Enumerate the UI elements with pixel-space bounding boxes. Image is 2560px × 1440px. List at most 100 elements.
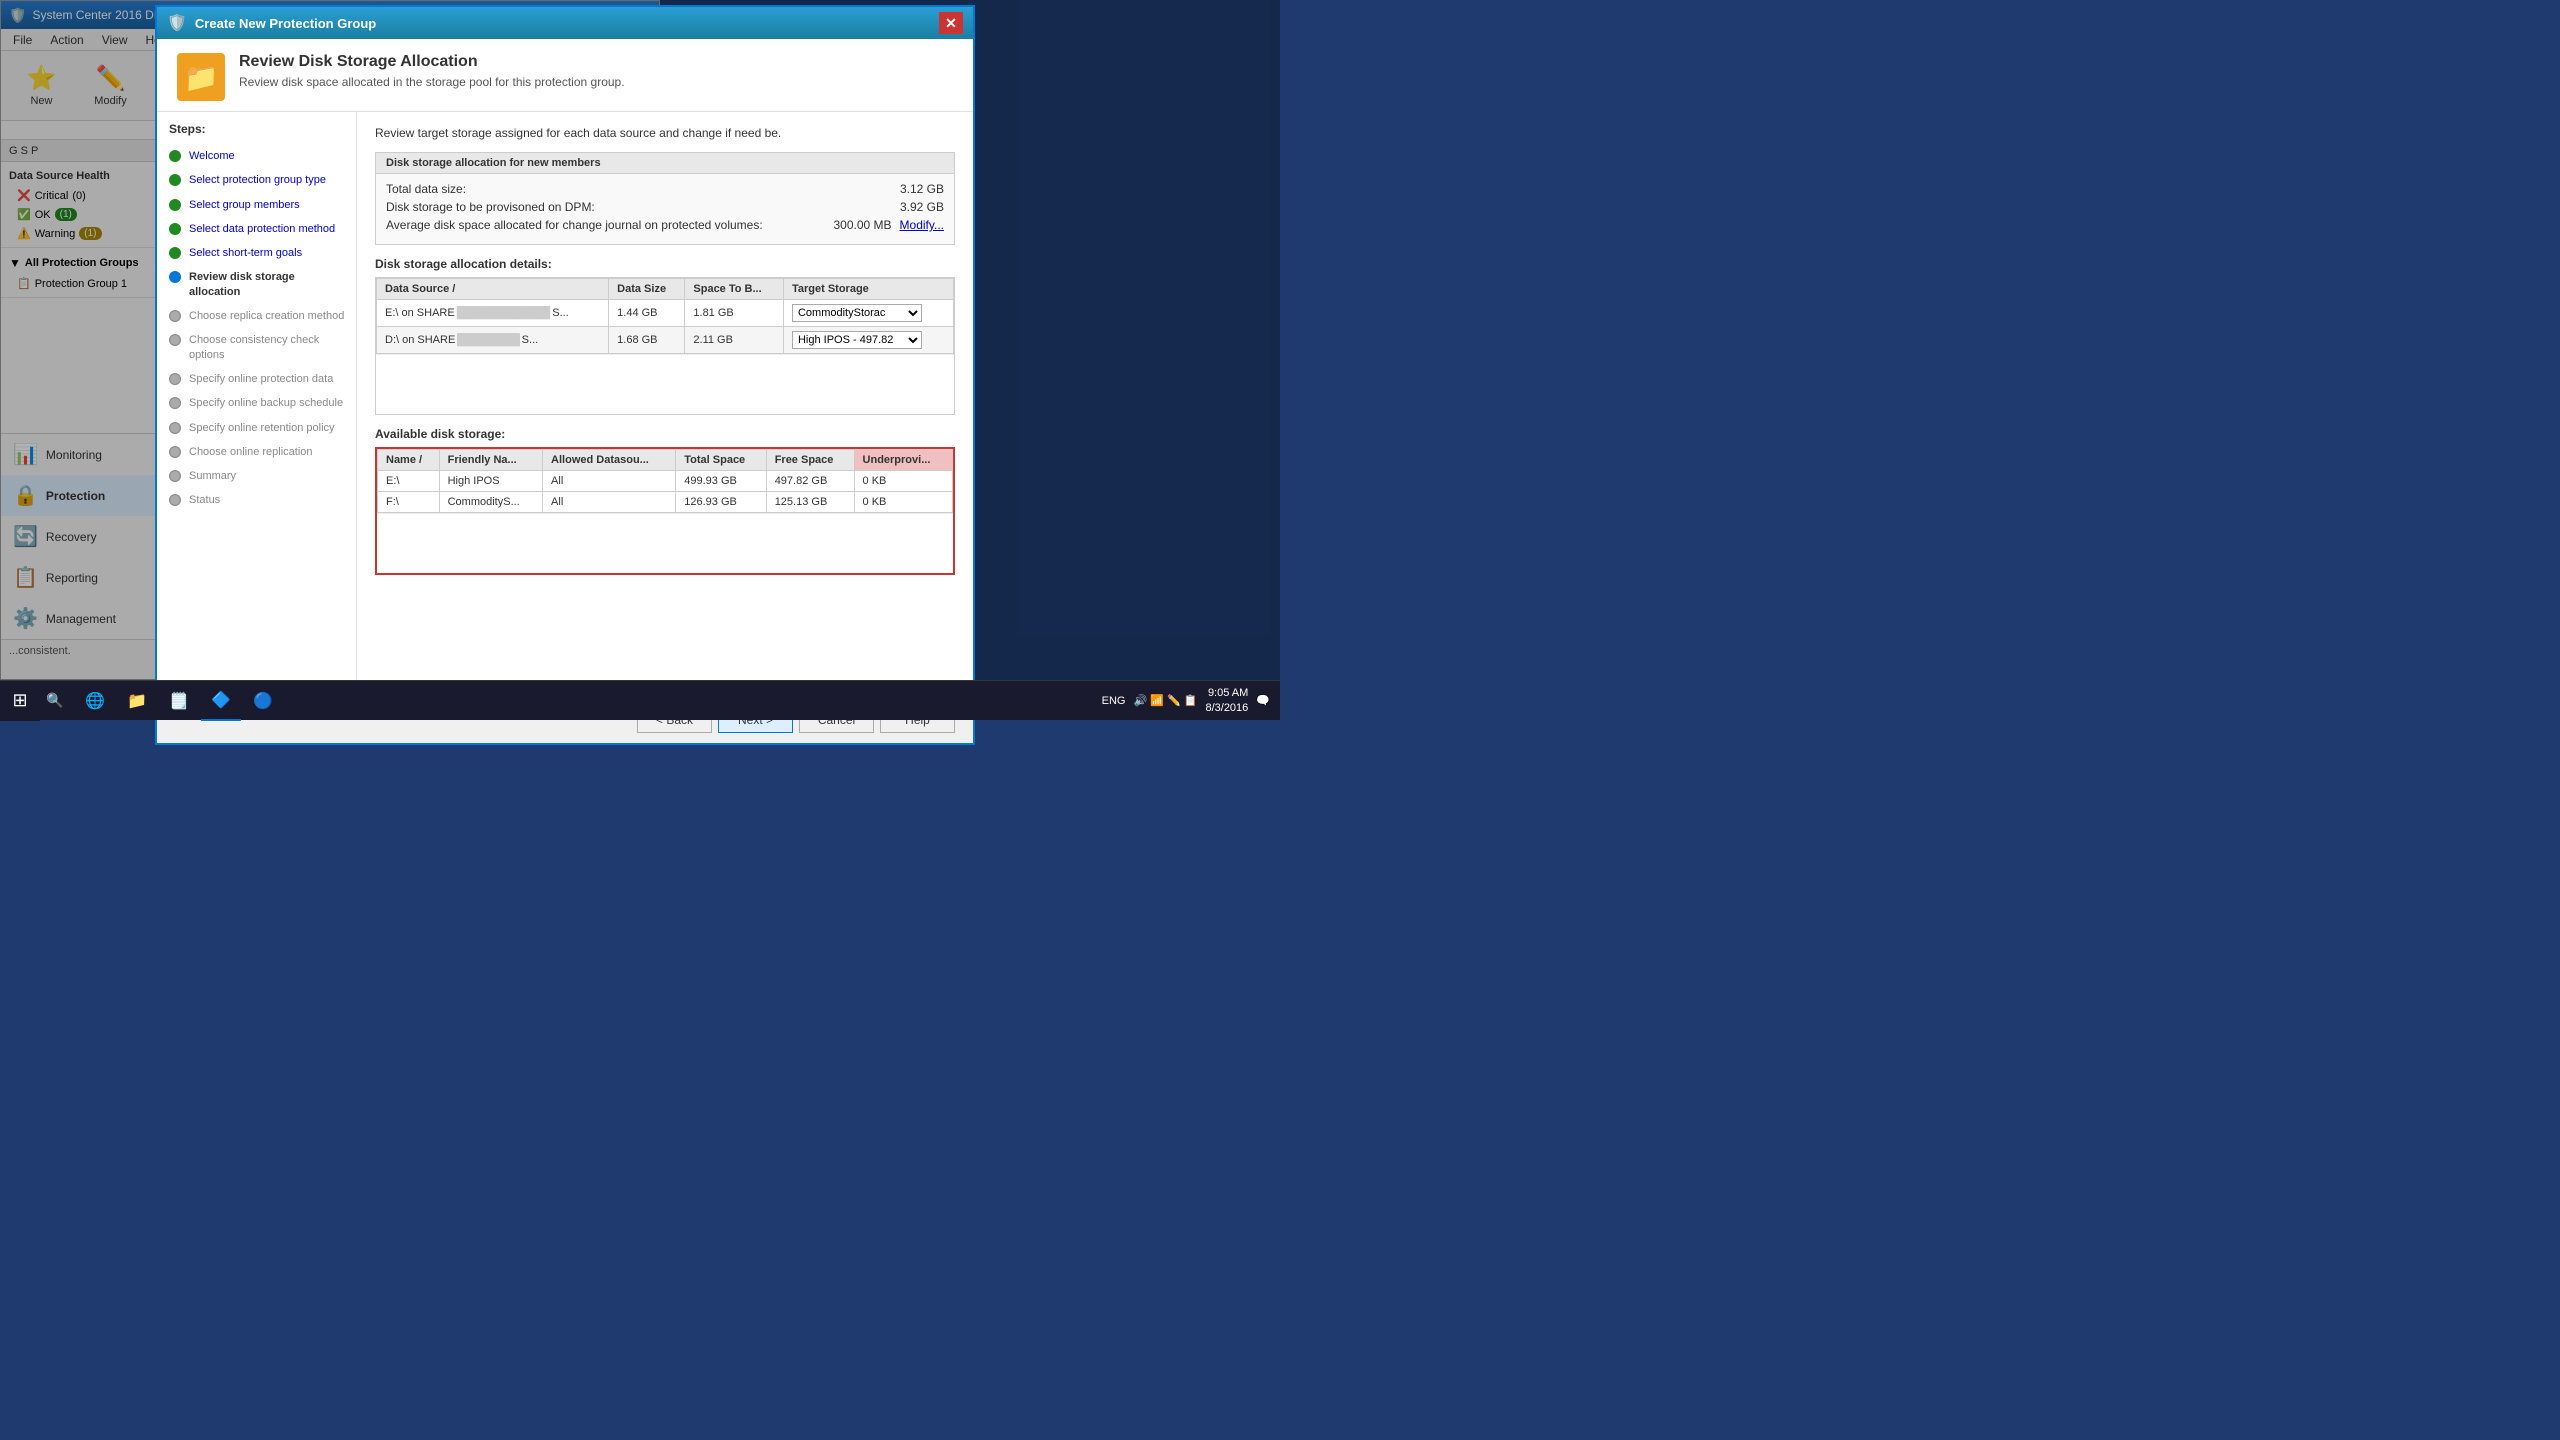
taskbar: ⊞ 🔍 🌐 📁 🗒️ 🔷 🔵 ENG 🔊 📶 ✏️ 📋 9:05 AM 8/3/… <box>0 680 1280 720</box>
total-data-size-label: Total data size: <box>386 182 844 196</box>
step-dot-or <box>169 422 181 434</box>
step-replica-creation[interactable]: Choose replica creation method <box>157 304 356 328</box>
taskbar-search-icon[interactable]: 🔍 <box>40 681 70 721</box>
intro-text: Review target storage assigned for each … <box>375 126 955 140</box>
step-data-protection-method[interactable]: Select data protection method <box>157 217 356 241</box>
step-consistency-check[interactable]: Choose consistency check options <box>157 328 356 367</box>
step-review-disk-storage[interactable]: Review disk storage allocation <box>157 265 356 304</box>
step-online-protection[interactable]: Specify online protection data <box>157 367 356 391</box>
step-dot-pgt <box>169 174 181 186</box>
step-label-dpm: Select data protection method <box>189 222 335 236</box>
step-online-replication[interactable]: Choose online replication <box>157 440 356 464</box>
step-label-ore: Choose online replication <box>189 445 313 459</box>
taskbar-right: ENG 🔊 📶 ✏️ 📋 9:05 AM 8/3/2016 🗨️ <box>1102 686 1280 715</box>
disk-storage-row: Disk storage to be provisoned on DPM: 3.… <box>386 200 944 214</box>
avail-sort-icon: / <box>419 454 422 466</box>
taskbar-icons: 🌐 📁 🗒️ 🔷 🔵 <box>75 681 283 721</box>
table-row: D:\ on SHARE████████S... 1.68 GB 2.11 GB… <box>377 327 954 354</box>
details-table-wrapper: Data Source / Data Size Space To B... Ta… <box>375 277 955 415</box>
avail-row2-free: 125.13 GB <box>766 492 854 513</box>
row1-data-size: 1.44 GB <box>609 300 685 327</box>
taskbar-dpm-icon[interactable]: 🔷 <box>201 681 241 721</box>
modal-page-subtitle: Review disk space allocated in the stora… <box>239 75 625 89</box>
avail-row: F:\ CommodityS... All 126.93 GB 125.13 G… <box>378 492 953 513</box>
disk-storage-label: Disk storage to be provisoned on DPM: <box>386 200 844 214</box>
row1-target-storage[interactable]: CommodityStorac <box>783 300 953 327</box>
avail-row2-allowed: All <box>543 492 676 513</box>
row2-target-storage[interactable]: High IPOS - 497.82 <box>783 327 953 354</box>
step-dot-welcome <box>169 150 181 162</box>
avail-row1-total: 499.93 GB <box>676 471 766 492</box>
step-dot-rds <box>169 271 181 283</box>
details-label: Disk storage allocation details: <box>375 257 955 271</box>
avg-disk-space-value: 300.00 MB <box>792 218 892 232</box>
total-data-size-row: Total data size: 3.12 GB <box>386 182 944 196</box>
taskbar-icons-right: 🔊 📶 ✏️ 📋 <box>1134 694 1198 707</box>
disk-storage-value: 3.92 GB <box>844 200 944 214</box>
step-status[interactable]: Status <box>157 488 356 512</box>
taskbar-ie-icon[interactable]: 🌐 <box>75 681 115 721</box>
step-short-term-goals[interactable]: Select short-term goals <box>157 241 356 265</box>
step-label-rc: Choose replica creation method <box>189 309 344 323</box>
row1-storage-select[interactable]: CommodityStorac <box>792 304 922 322</box>
avail-col-free: Free Space <box>766 450 854 471</box>
modal-header-text: Review Disk Storage Allocation Review di… <box>239 53 625 89</box>
step-label-sum: Summary <box>189 469 236 483</box>
step-dot-cc <box>169 334 181 346</box>
step-protection-group-type[interactable]: Select protection group type <box>157 168 356 192</box>
step-label-rds: Review disk storage allocation <box>189 270 346 299</box>
step-dot-op <box>169 373 181 385</box>
step-label-pgt: Select protection group type <box>189 173 326 187</box>
step-dot-ob <box>169 397 181 409</box>
modal-close-button[interactable]: ✕ <box>939 12 963 34</box>
col-target-storage: Target Storage <box>783 279 953 300</box>
step-label-welcome: Welcome <box>189 149 235 163</box>
avail-col-total: Total Space <box>676 450 766 471</box>
available-table: Name / Friendly Na... Allowed Datasou...… <box>377 449 953 513</box>
avail-row1-allowed: All <box>543 471 676 492</box>
allocation-section-body: Total data size: 3.12 GB Disk storage to… <box>376 174 954 244</box>
avail-row1-under: 0 KB <box>854 471 952 492</box>
avail-row1-free: 497.82 GB <box>766 471 854 492</box>
step-online-retention[interactable]: Specify online retention policy <box>157 416 356 440</box>
step-group-members[interactable]: Select group members <box>157 193 356 217</box>
modal-title-bar: 🛡️ Create New Protection Group ✕ <box>157 7 973 39</box>
modal-title-icon: 🛡️ <box>167 13 187 33</box>
taskbar-explorer-icon[interactable]: 📁 <box>117 681 157 721</box>
row1-source: E:\ on SHARE████████████S... <box>377 300 609 327</box>
steps-panel: Steps: Welcome Select protection group t… <box>157 112 357 696</box>
step-summary[interactable]: Summary <box>157 464 356 488</box>
step-dot-gm <box>169 199 181 211</box>
step-welcome[interactable]: Welcome <box>157 144 356 168</box>
avail-col-allowed: Allowed Datasou... <box>543 450 676 471</box>
avg-disk-space-row: Average disk space allocated for change … <box>386 218 944 232</box>
row2-source: D:\ on SHARE████████S... <box>377 327 609 354</box>
step-online-backup[interactable]: Specify online backup schedule <box>157 391 356 415</box>
step-dot-rc <box>169 310 181 322</box>
modal-header: 📁 Review Disk Storage Allocation Review … <box>157 39 973 112</box>
available-label: Available disk storage: <box>375 427 955 441</box>
avail-row2-friendly: CommodityS... <box>439 492 542 513</box>
row2-storage-select[interactable]: High IPOS - 497.82 <box>792 331 922 349</box>
avail-row1-name: E:\ <box>378 471 440 492</box>
available-table-empty-area <box>377 513 953 573</box>
avg-disk-space-label: Average disk space allocated for change … <box>386 218 792 232</box>
folder-icon: 📁 <box>184 61 219 94</box>
modal-header-icon: 📁 <box>177 53 225 101</box>
create-protection-group-modal: 🛡️ Create New Protection Group ✕ 📁 Revie… <box>155 5 975 745</box>
taskbar-time-value: 9:05 AM <box>1205 686 1248 700</box>
taskbar-notepad-icon[interactable]: 🗒️ <box>159 681 199 721</box>
taskbar-powershell-icon[interactable]: 🔵 <box>243 681 283 721</box>
step-label-stat: Status <box>189 493 220 507</box>
taskbar-date-value: 8/3/2016 <box>1205 701 1248 715</box>
taskbar-notification[interactable]: 🗨️ <box>1256 694 1270 707</box>
avail-col-name: Name / <box>378 450 440 471</box>
modify-link[interactable]: Modify... <box>900 218 944 232</box>
avail-col-under: Underprovi... <box>854 450 952 471</box>
step-dot-ore <box>169 446 181 458</box>
avail-row2-name: F:\ <box>378 492 440 513</box>
sort-icon: / <box>452 283 455 295</box>
col-data-size: Data Size <box>609 279 685 300</box>
modal-page-title: Review Disk Storage Allocation <box>239 53 625 71</box>
start-button[interactable]: ⊞ <box>0 681 40 721</box>
